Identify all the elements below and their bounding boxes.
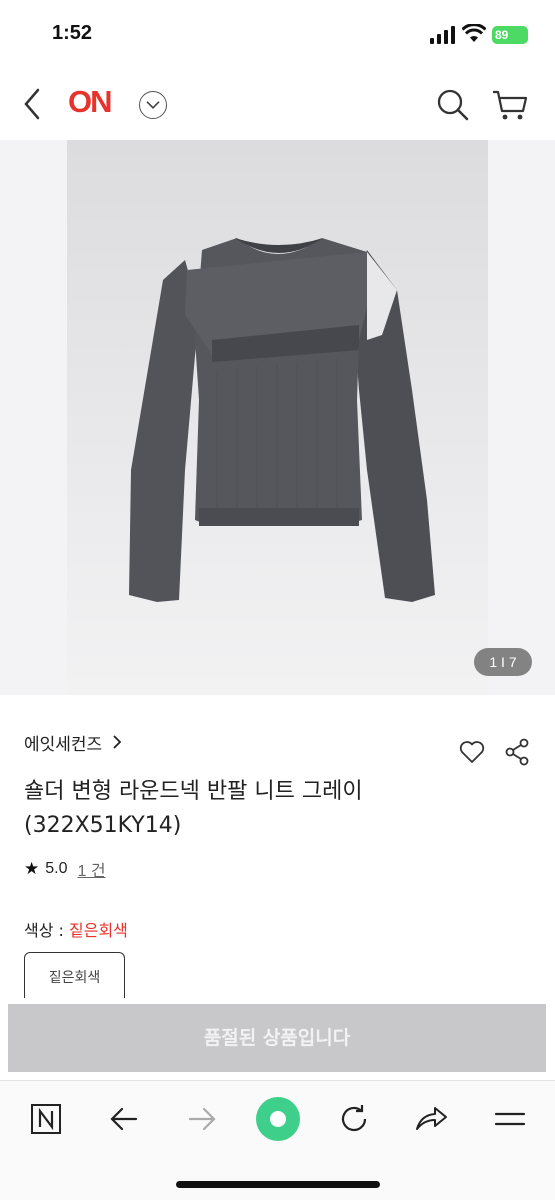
- product-title: 숄더 변형 라운드넥 반팔 니트 그레이 (322X51KY14): [24, 779, 363, 838]
- product-gallery[interactable]: 1 I 7: [0, 140, 555, 695]
- color-option-chip[interactable]: 짙은회색: [24, 952, 125, 998]
- site-header: ON: [0, 70, 555, 140]
- browser-back-icon[interactable]: [104, 1099, 144, 1139]
- brand-name: 에잇세컨즈: [24, 734, 103, 755]
- reload-icon[interactable]: [334, 1099, 374, 1139]
- rating-value: 5.0: [45, 860, 68, 877]
- color-value: 짙은회색: [69, 921, 128, 940]
- naver-icon[interactable]: [26, 1099, 66, 1139]
- back-icon[interactable]: [20, 86, 46, 122]
- browser-forward-icon[interactable]: [182, 1099, 222, 1139]
- review-count-link[interactable]: 1 건: [78, 857, 106, 881]
- heart-icon[interactable]: [459, 740, 485, 764]
- wifi-icon: [462, 24, 486, 42]
- chevron-right-icon: [113, 735, 122, 749]
- home-icon[interactable]: [256, 1097, 300, 1141]
- menu-icon[interactable]: [490, 1099, 530, 1139]
- rating-row: ★ 5.0 1 건: [24, 856, 106, 882]
- browser-toolbar: [0, 1080, 555, 1200]
- color-label: 색상 :: [24, 921, 70, 940]
- signal-icon: [430, 26, 455, 44]
- color-selection: 색상 : 짙은회색: [24, 917, 128, 941]
- browser-share-icon[interactable]: [411, 1099, 451, 1139]
- brand-logo[interactable]: ON: [68, 84, 112, 120]
- sweater-image: [129, 238, 435, 602]
- soldout-button[interactable]: 품절된 상품입니다: [8, 1004, 546, 1072]
- image-counter: 1 I 7: [474, 648, 532, 676]
- brand-link[interactable]: 에잇세컨즈: [24, 730, 122, 755]
- star-icon: ★: [24, 859, 40, 878]
- home-indicator: [176, 1181, 380, 1188]
- battery-level: 89: [495, 28, 509, 42]
- cart-icon[interactable]: [491, 88, 529, 122]
- search-icon[interactable]: [436, 88, 470, 122]
- share-icon[interactable]: [505, 738, 529, 766]
- chevron-down-icon[interactable]: [139, 91, 167, 119]
- status-bar: 1:52 89: [0, 0, 555, 70]
- product-photo[interactable]: [67, 140, 488, 695]
- status-time: 1:52: [52, 22, 93, 44]
- battery-icon: 89: [492, 26, 528, 44]
